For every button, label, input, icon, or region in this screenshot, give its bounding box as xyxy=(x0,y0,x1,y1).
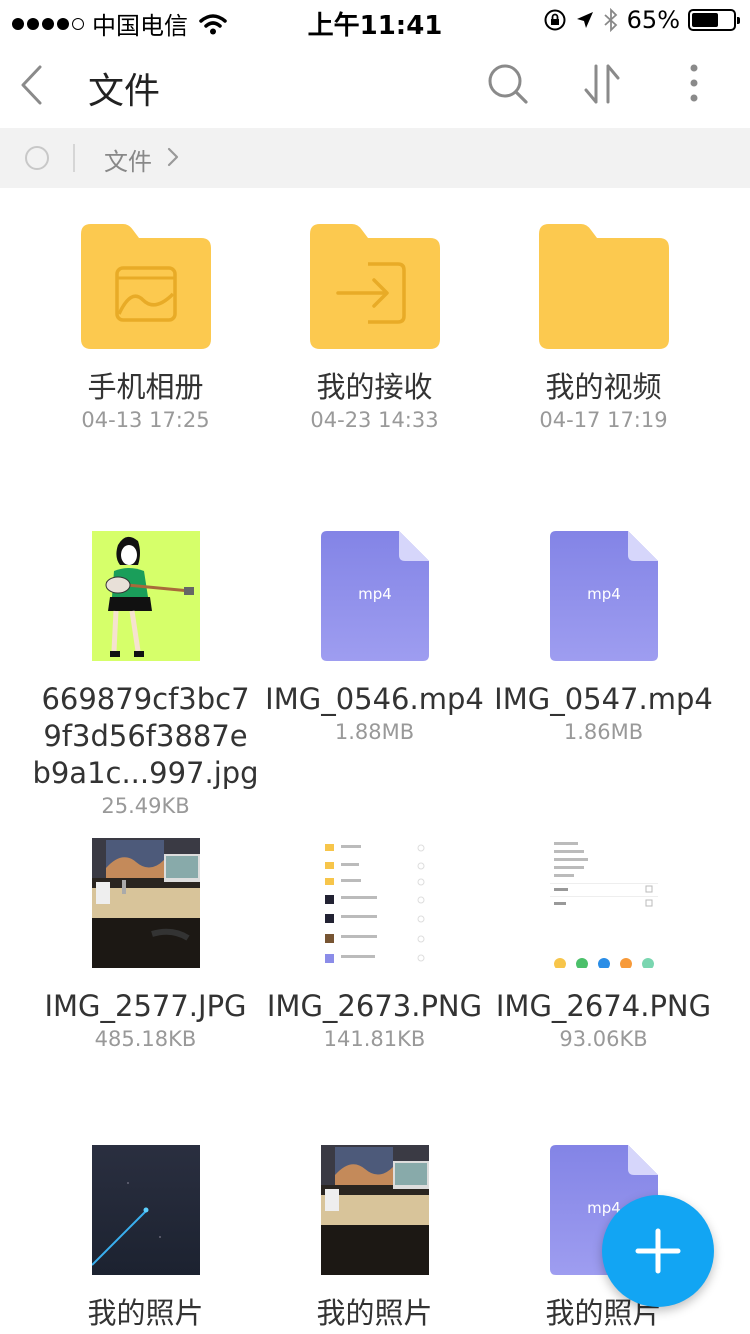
screenshot-thumbnail xyxy=(321,838,429,968)
folder-icon xyxy=(81,224,211,349)
photo-thumbnail xyxy=(321,1145,429,1275)
page-title: 文件 xyxy=(88,71,161,112)
search-icon[interactable] xyxy=(486,62,530,106)
location-icon xyxy=(576,12,593,28)
photo-thumbnail xyxy=(92,1145,200,1275)
file-type-label: mp4 xyxy=(358,585,392,603)
breadcrumb-divider xyxy=(73,144,75,172)
file-size: 141.81KB xyxy=(323,1027,426,1051)
file-size: 485.18KB xyxy=(94,1027,197,1051)
file-name: IMG_2577.JPG xyxy=(44,989,247,1023)
select-all-radio[interactable] xyxy=(25,146,49,170)
file-name-line: 9f3d56f3887e xyxy=(43,719,248,753)
screenshot-thumbnail xyxy=(550,838,658,968)
file-type-label: mp4 xyxy=(587,585,621,603)
breadcrumb-item-files[interactable]: 文件 xyxy=(104,142,152,177)
file-name: 我的照片 xyxy=(316,1296,433,1330)
folder-date: 04-17 17:19 xyxy=(539,408,668,432)
breadcrumb: 文件 xyxy=(0,128,750,188)
folder-name: 我的视频 xyxy=(545,370,662,404)
video-file-icon: mp4 xyxy=(321,531,429,661)
file-size: 93.06KB xyxy=(559,1027,648,1051)
file-name: IMG_2673.PNG xyxy=(266,989,483,1023)
status-bar: 中国电信 上午11:41 65% xyxy=(0,0,750,41)
battery-icon xyxy=(688,9,740,31)
plus-icon xyxy=(635,1228,681,1274)
add-button[interactable] xyxy=(602,1195,714,1307)
rotation-lock-icon xyxy=(544,9,566,31)
folder-date: 04-23 14:33 xyxy=(310,408,439,432)
more-vertical-icon[interactable] xyxy=(684,62,704,106)
bluetooth-icon xyxy=(604,8,617,32)
file-name: IMG_0546.mp4 xyxy=(265,682,484,716)
sort-icon[interactable] xyxy=(580,62,624,106)
file-name-line: b9a1c...997.jpg xyxy=(32,756,259,790)
navigation-bar: 文件 xyxy=(0,40,750,128)
back-chevron-icon[interactable] xyxy=(18,64,46,106)
file-size: 1.88MB xyxy=(334,720,415,744)
folder-icon xyxy=(539,224,669,349)
photo-thumbnail xyxy=(92,838,200,968)
battery-percent: 65% xyxy=(626,6,680,34)
folder-date: 04-13 17:25 xyxy=(81,408,210,432)
folder-name: 我的接收 xyxy=(316,370,433,404)
file-name: 我的照片 xyxy=(87,1296,204,1330)
file-name-line: 669879cf3bc7 xyxy=(41,682,250,716)
file-size: 25.49KB xyxy=(101,794,190,818)
folder-icon xyxy=(310,224,440,349)
file-size: 1.86MB xyxy=(563,720,644,744)
file-name: IMG_0547.mp4 xyxy=(494,682,713,716)
folder-name: 手机相册 xyxy=(87,370,204,404)
status-right: 65% xyxy=(543,6,740,34)
video-file-icon: mp4 xyxy=(550,531,658,661)
image-thumbnail xyxy=(92,531,200,661)
file-name: IMG_2674.PNG xyxy=(495,989,712,1023)
chevron-right-icon xyxy=(167,147,179,167)
